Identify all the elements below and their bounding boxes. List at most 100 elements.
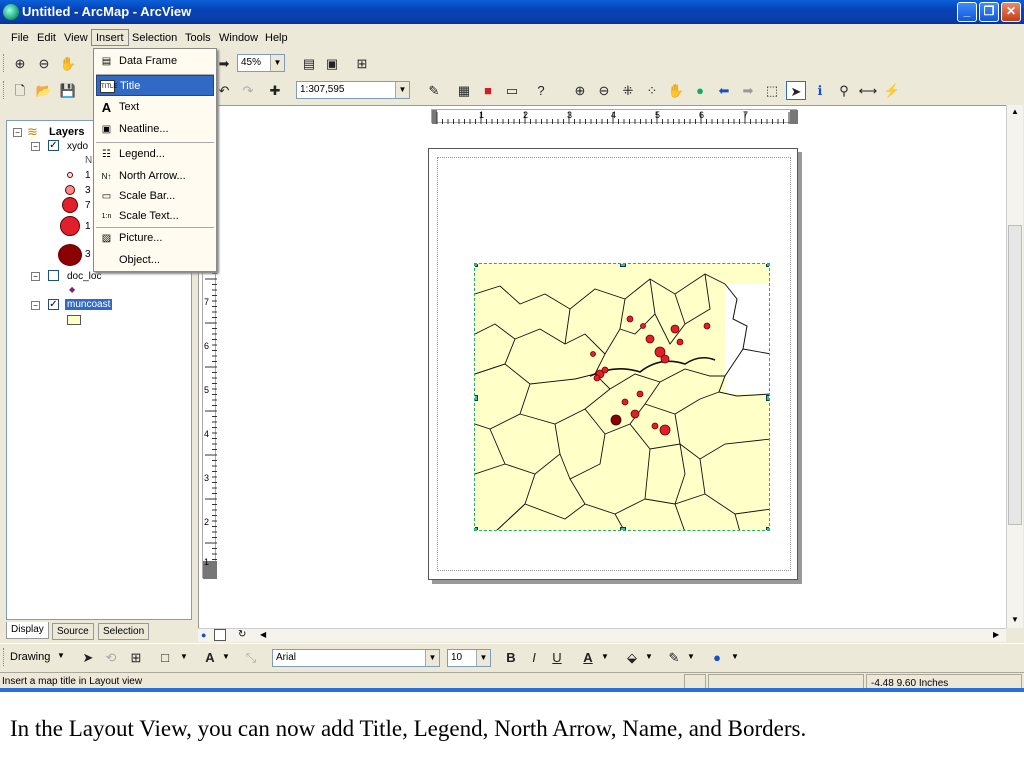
hyperlink-icon[interactable]: ⚡ bbox=[882, 81, 902, 100]
select-features-icon[interactable]: ⬚ bbox=[762, 81, 782, 100]
pan-icon[interactable]: ✋ bbox=[666, 81, 686, 100]
toolbar-grip[interactable] bbox=[3, 648, 6, 666]
menu-item-legend[interactable]: ☷ Legend... bbox=[96, 144, 214, 165]
chevron-down-icon[interactable]: ▼ bbox=[601, 652, 609, 661]
menu-help[interactable]: Help bbox=[261, 30, 292, 47]
new-document-icon[interactable]: 🗋 bbox=[10, 81, 30, 100]
menu-item-scale-bar[interactable]: ▭ Scale Bar... bbox=[96, 186, 214, 207]
toolbar-grip[interactable] bbox=[3, 54, 6, 72]
menu-insert[interactable]: Insert bbox=[91, 29, 129, 46]
data-frame[interactable] bbox=[474, 263, 770, 531]
identify-icon[interactable]: ℹ bbox=[810, 81, 830, 100]
drawing-menu[interactable]: Drawing bbox=[10, 651, 50, 663]
fill-color-icon[interactable]: ⬙ bbox=[622, 648, 642, 667]
map-scale-combo[interactable]: 1:307,595 ▼ bbox=[296, 81, 410, 99]
font-combo[interactable]: Arial ▼ bbox=[272, 649, 440, 667]
underline-button[interactable]: U bbox=[547, 648, 567, 667]
back-extent-icon[interactable]: ⬅ bbox=[714, 81, 734, 100]
menu-window[interactable]: Window bbox=[215, 30, 262, 47]
collapse-layer-icon[interactable]: − bbox=[31, 142, 40, 151]
menu-view[interactable]: View bbox=[60, 30, 92, 47]
select-elements-icon[interactable]: ➤ bbox=[786, 81, 806, 100]
menu-edit[interactable]: Edit bbox=[33, 30, 60, 47]
resize-handle[interactable] bbox=[475, 527, 478, 530]
scroll-up-icon[interactable]: ▲ bbox=[1011, 107, 1019, 116]
open-folder-icon[interactable]: 📂 bbox=[34, 81, 54, 100]
layers-root-label[interactable]: Layers bbox=[49, 126, 84, 138]
layer-name-doc-loc[interactable]: doc_loc bbox=[67, 271, 101, 282]
zoom-out-page-icon[interactable]: ⊖ bbox=[34, 54, 54, 73]
toolbar-grip[interactable] bbox=[3, 81, 6, 99]
collapse-layer-icon[interactable]: − bbox=[31, 272, 40, 281]
layer-checkbox-xydo[interactable]: ✓ bbox=[48, 140, 59, 151]
marker-color-icon[interactable]: ● bbox=[707, 648, 727, 667]
focus-data-frame-icon[interactable]: ▣ bbox=[322, 54, 342, 73]
menu-item-scale-text[interactable]: 1:n Scale Text... bbox=[96, 206, 214, 227]
add-data-icon[interactable]: ✚ bbox=[265, 81, 285, 100]
fixed-zoom-out-icon[interactable]: ⁘ bbox=[642, 81, 662, 100]
fixed-zoom-in-icon[interactable]: ⁜ bbox=[618, 81, 638, 100]
edit-vertices-icon[interactable]: ⤡ bbox=[241, 648, 261, 667]
layer-checkbox-doc-loc[interactable] bbox=[48, 270, 59, 281]
collapse-layer-icon[interactable]: − bbox=[31, 301, 40, 310]
undo-icon[interactable]: ↶ bbox=[214, 81, 234, 100]
layout-view[interactable]: 1 2 3 4 5 6 7 7 6 5 4 3 2 1 bbox=[198, 105, 1006, 628]
menu-item-neatline[interactable]: ▣ Neatline... bbox=[96, 119, 214, 140]
scroll-thumb[interactable] bbox=[1008, 225, 1022, 525]
tab-selection[interactable]: Selection bbox=[98, 623, 150, 640]
chevron-down-icon[interactable]: ▼ bbox=[270, 55, 284, 71]
menu-file[interactable]: File bbox=[7, 30, 33, 47]
chevron-down-icon[interactable]: ▼ bbox=[645, 652, 653, 661]
vertical-scrollbar[interactable]: ▲ ▼ bbox=[1006, 105, 1023, 628]
resize-handle[interactable] bbox=[766, 527, 769, 530]
menu-item-title[interactable]: TITLE Title bbox=[96, 75, 214, 96]
redo-icon[interactable]: ↷ bbox=[238, 81, 258, 100]
arctoolbox-icon[interactable]: ■ bbox=[478, 81, 498, 100]
resize-handle[interactable] bbox=[766, 264, 769, 267]
chevron-down-icon[interactable]: ▼ bbox=[687, 652, 695, 661]
menu-item-text[interactable]: A Text bbox=[96, 97, 214, 118]
new-text-icon[interactable]: A bbox=[200, 648, 220, 667]
zoom-percent-combo[interactable]: 45% ▼ bbox=[237, 54, 285, 72]
menu-item-north-arrow[interactable]: N↑ North Arrow... bbox=[96, 166, 214, 187]
menu-selection[interactable]: Selection bbox=[128, 30, 181, 47]
chevron-down-icon[interactable]: ▼ bbox=[476, 650, 490, 666]
zoom-to-selected-icon[interactable]: ⊞ bbox=[126, 648, 146, 667]
zoom-in-page-icon[interactable]: ⊕ bbox=[10, 54, 30, 73]
save-icon[interactable]: 💾 bbox=[58, 81, 78, 100]
chevron-down-icon[interactable]: ▼ bbox=[222, 652, 230, 661]
bold-button[interactable]: B bbox=[501, 648, 521, 667]
resize-handle[interactable] bbox=[475, 395, 478, 401]
pan-page-icon[interactable]: ✋ bbox=[58, 54, 78, 73]
editor-toolbar-icon[interactable]: ✎ bbox=[424, 81, 444, 100]
change-layout-icon[interactable]: ⊞ bbox=[352, 54, 372, 73]
menu-item-data-frame[interactable]: ▤ Data Frame bbox=[96, 51, 214, 72]
line-color-icon[interactable]: ✎ bbox=[664, 648, 684, 667]
chevron-down-icon[interactable]: ▼ bbox=[180, 652, 188, 661]
resize-handle[interactable] bbox=[475, 264, 478, 267]
font-size-combo[interactable]: 10 ▼ bbox=[447, 649, 491, 667]
layout-view-button-icon[interactable] bbox=[214, 629, 226, 641]
font-color-button[interactable]: A bbox=[578, 648, 598, 667]
command-line-icon[interactable]: ▭ bbox=[502, 81, 522, 100]
resize-handle[interactable] bbox=[620, 264, 626, 267]
scroll-left-icon[interactable]: ◀ bbox=[260, 630, 266, 639]
forward-extent-icon[interactable]: ➡ bbox=[738, 81, 758, 100]
zoom-out-icon[interactable]: ⊖ bbox=[594, 81, 614, 100]
arccatalog-icon[interactable]: ▦ bbox=[454, 81, 474, 100]
menu-item-picture[interactable]: ▨ Picture... bbox=[96, 228, 214, 249]
menu-item-object[interactable]: Object... bbox=[96, 250, 214, 271]
go-forward-extent-icon[interactable]: ➡ bbox=[214, 54, 234, 73]
toggle-draft-mode-icon[interactable]: ▤ bbox=[299, 54, 319, 73]
collapse-layers-icon[interactable]: − bbox=[13, 128, 22, 137]
minimize-button[interactable]: _ bbox=[957, 2, 977, 22]
data-view-button-icon[interactable]: ● bbox=[201, 630, 206, 640]
restore-button[interactable]: ❐ bbox=[979, 2, 999, 22]
tab-source[interactable]: Source bbox=[52, 623, 94, 640]
measure-icon[interactable]: ⟷ bbox=[858, 81, 878, 100]
resize-handle[interactable] bbox=[620, 527, 626, 530]
select-elements-icon[interactable]: ➤ bbox=[78, 648, 98, 667]
scroll-down-icon[interactable]: ▼ bbox=[1011, 615, 1019, 624]
chevron-down-icon[interactable]: ▼ bbox=[57, 651, 65, 660]
chevron-down-icon[interactable]: ▼ bbox=[731, 652, 739, 661]
